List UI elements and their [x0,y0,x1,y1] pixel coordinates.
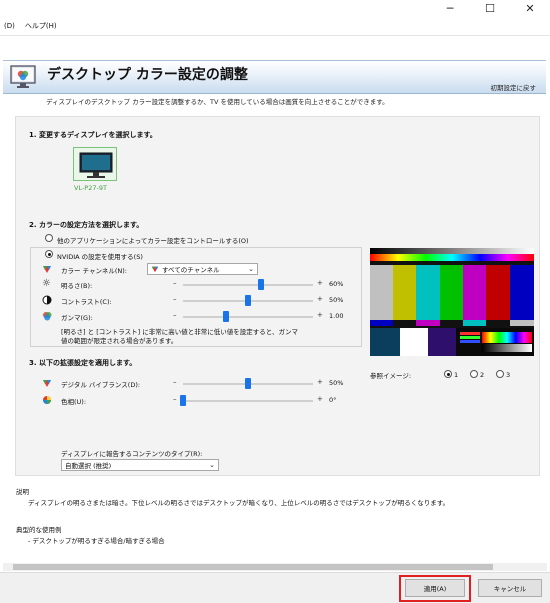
settings-panel: 1. 変更するディスプレイを選択します。 VL-P27-9T 2. カラーの設定… [15,116,540,476]
horizontal-scrollbar-thumb[interactable] [13,564,493,570]
brightness-decrease[interactable]: – [173,279,177,287]
contrast-decrease[interactable]: – [173,295,177,303]
channel-value: すべてのチャンネル [162,266,220,274]
reference-option-1-label: 1 [454,371,459,379]
reference-image [370,248,534,356]
usage-item: - デスクトップが明るすぎる場合/暗すぎる場合 [28,537,165,545]
display-name: VL-P27-9T [74,184,107,192]
option-other-application-label: 他のアプリケーションによってカラー設定をコントロールする(O) [57,237,249,245]
apply-button[interactable]: 適用(A) [405,579,465,597]
brightness-slider-thumb[interactable] [258,279,264,290]
section-1-title: 1. 変更するディスプレイを選択します。 [29,131,157,139]
reference-option-2-label: 2 [480,371,485,379]
hue-value: 0° [329,396,337,404]
reference-option-3-label: 3 [506,371,511,379]
page-title: デスクトップ カラー設定の調整 [47,67,248,83]
contrast-icon [42,295,52,305]
vibrance-value: 50% [329,379,344,387]
page-header: デスクトップ カラー設定の調整 初期設定に戻す [3,60,546,94]
reference-image-label: 参照イメージ: [370,372,412,380]
contrast-value: 50% [329,296,344,304]
chevron-down-icon: ⌄ [248,265,254,273]
display-selector[interactable] [73,147,117,181]
gamma-increase[interactable]: + [317,311,323,319]
description-text: ディスプレイの明るさまたは暗さ。下位レベルの明るさではデスクトップが暗くなり、上… [28,499,450,507]
menu-item-help[interactable]: ヘルプ(H) [25,21,57,31]
page-subtitle: ディスプレイのデスクトップ カラー設定を調整するか、TV を使用している場合は画… [46,98,389,106]
menu-item-desktop[interactable]: (D) [4,22,15,30]
vibrance-slider-thumb[interactable] [245,378,251,389]
gamma-icon [43,312,52,321]
hue-increase[interactable]: + [317,395,323,403]
brightness-value: 60% [329,280,344,288]
description-title: 説明 [16,488,29,496]
chevron-down-icon: ⌄ [209,461,215,469]
usage-title: 典型的な使用例 [16,526,62,534]
window-controls: ─ ☐ ✕ [430,0,550,18]
cancel-button[interactable]: キャンセル [478,579,542,597]
channel-dropdown[interactable]: すべてのチャンネル ⌄ [147,263,258,275]
channel-all-icon [151,266,159,273]
menu-divider [0,35,550,36]
reference-option-1[interactable] [444,370,452,378]
digital-vibrance-label: デジタル バイブランス(D): [61,381,141,389]
digital-vibrance-icon [43,380,51,387]
brightness-icon: ☼ [42,278,51,289]
footer-bar: 適用(A) キャンセル [0,572,550,603]
radio-other-application[interactable] [45,234,53,242]
brightness-label: 明るさ(B): [61,282,93,290]
vibrance-increase[interactable]: + [317,378,323,386]
contrast-slider-thumb[interactable] [245,295,251,306]
restore-defaults-link[interactable]: 初期設定に戻す [491,82,537,92]
close-button[interactable]: ✕ [515,0,545,18]
option-nvidia-settings-label: NVIDIA の設定を使用する(S) [57,253,143,261]
content-type-value: 自動選択 (推奨) [65,462,112,470]
monitor-icon [79,152,113,178]
gamma-range-warning: [明るさ] と [コントラスト] に非常に高い値と非常に低い値を設定すると、ガン… [61,328,298,345]
channel-label: カラー チャンネル(N): [61,267,127,275]
section-3-title: 3. 以下の拡張設定を適用します。 [29,359,137,367]
contrast-label: コントラスト(C): [61,298,112,306]
gamma-label: ガンマ(G): [61,314,93,322]
gamma-slider-thumb[interactable] [222,311,229,322]
hue-slider-thumb[interactable] [180,395,186,406]
reference-option-2[interactable] [470,370,478,378]
hue-track[interactable] [183,400,313,402]
maximize-button[interactable]: ☐ [475,0,505,18]
gamma-value: 1.00 [329,312,344,320]
content-type-dropdown[interactable]: 自動選択 (推奨) ⌄ [61,459,219,471]
display-color-icon [10,65,36,88]
color-channel-icon [43,266,51,273]
reference-option-3[interactable] [496,370,504,378]
gamma-decrease[interactable]: – [173,311,177,319]
section-2-title: 2. カラーの設定方法を選択します。 [29,221,144,229]
horizontal-scrollbar[interactable] [3,563,547,571]
hue-label: 色相(U): [61,398,87,406]
brightness-track[interactable] [183,284,313,286]
radio-nvidia-settings[interactable] [45,250,53,258]
brightness-increase[interactable]: + [317,279,323,287]
hue-icon [43,396,51,404]
menu-bar: (D) ヘルプ(H) [0,18,550,34]
gamma-track[interactable] [183,316,313,318]
hue-decrease[interactable]: – [173,395,177,403]
content-type-label: ディスプレイに報告するコンテンツのタイプ(R): [61,450,203,458]
vibrance-decrease[interactable]: – [173,378,177,386]
contrast-increase[interactable]: + [317,295,323,303]
minimize-button[interactable]: ─ [435,0,465,18]
